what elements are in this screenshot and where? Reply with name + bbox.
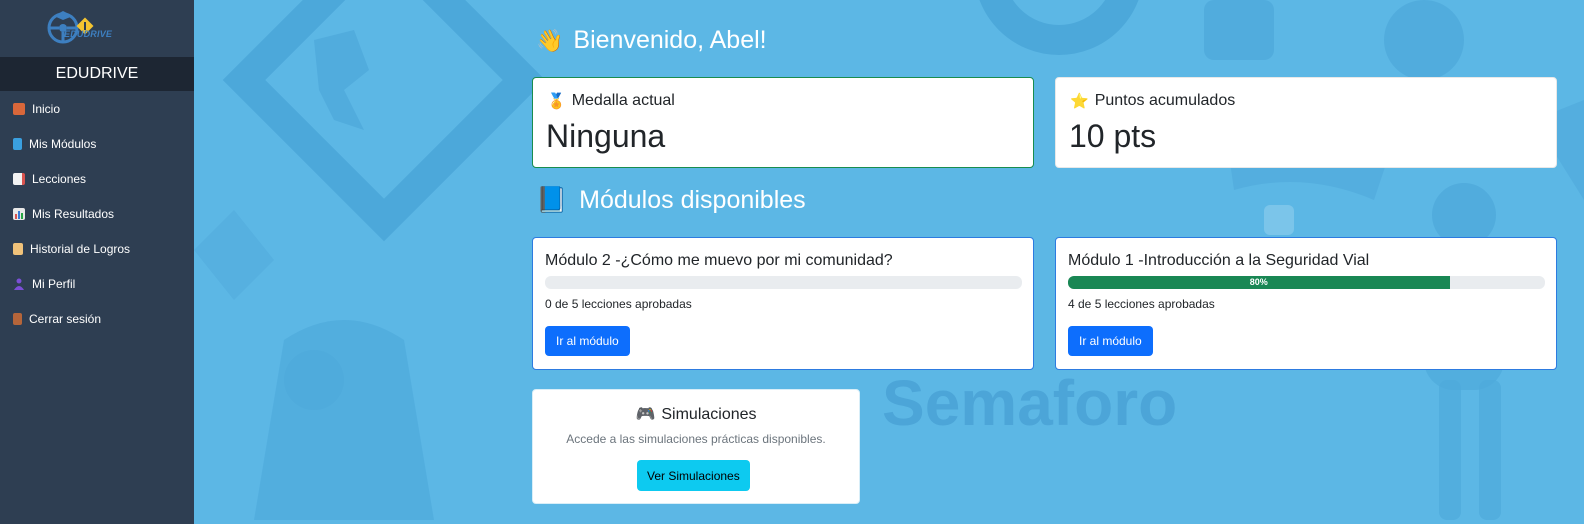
sidebar-nav: Inicio Mis Módulos Lecciones Mis Resulta… bbox=[0, 91, 194, 336]
book-icon bbox=[13, 137, 22, 150]
sidebar-item-mis-resultados[interactable]: Mis Resultados bbox=[0, 196, 194, 231]
sidebar-item-label: Mis Módulos bbox=[29, 136, 97, 151]
medal-label: Medalla actual bbox=[571, 92, 675, 109]
brand-title: EDUDRIVE bbox=[0, 57, 194, 91]
sidebar-item-cerrar-sesion[interactable]: Cerrar sesión bbox=[0, 301, 194, 336]
module-progress-fill: 80% bbox=[1068, 276, 1450, 289]
view-simulations-button[interactable]: Ver Simulaciones bbox=[637, 460, 750, 491]
module-progress-bar bbox=[545, 276, 1022, 289]
sidebar-item-label: Lecciones bbox=[32, 171, 87, 186]
go-to-module-button[interactable]: Ir al módulo bbox=[1068, 326, 1153, 356]
points-label-row: ⭐ Puntos acumulados bbox=[1070, 92, 1235, 110]
go-to-module-button[interactable]: Ir al módulo bbox=[545, 326, 630, 356]
door-icon bbox=[13, 312, 22, 325]
sidebar-item-label: Historial de Logros bbox=[30, 241, 131, 256]
module-card: Módulo 2 -¿Cómo me muevo por mi comunida… bbox=[532, 237, 1034, 370]
main-content: 👋 Bienvenido, Abel! 🏅 Medalla actual Nin… bbox=[194, 0, 1584, 524]
waving-hand-icon: 👋 bbox=[536, 27, 564, 53]
sidebar-item-inicio[interactable]: Inicio bbox=[0, 91, 194, 126]
sidebar-item-mi-perfil[interactable]: Mi Perfil bbox=[0, 266, 194, 301]
welcome-text: Bienvenido, Abel! bbox=[573, 26, 767, 54]
scroll-icon bbox=[13, 242, 23, 255]
game-controller-icon: 🎮 bbox=[635, 406, 656, 423]
medal-value: Ninguna bbox=[546, 118, 666, 154]
welcome-heading: 👋 Bienvenido, Abel! bbox=[536, 26, 767, 55]
module-lesson-count: 4 de 5 lecciones aprobadas bbox=[1068, 297, 1215, 311]
medal-card: 🏅 Medalla actual Ninguna bbox=[532, 77, 1034, 168]
points-card: ⭐ Puntos acumulados 10 pts bbox=[1055, 77, 1557, 168]
modules-title: Módulos disponibles bbox=[579, 186, 806, 214]
sidebar-item-historial-de-logros[interactable]: Historial de Logros bbox=[0, 231, 194, 266]
book-icon: 📘 bbox=[536, 186, 568, 214]
sidebar-item-label: Inicio bbox=[32, 101, 61, 116]
house-icon bbox=[13, 102, 25, 115]
sidebar-item-label: Cerrar sesión bbox=[29, 311, 102, 326]
logo-steering-wheel-icon bbox=[47, 11, 94, 44]
sidebar: EDUDRIVE EDUDRIVE Inicio Mis Módulos Lec… bbox=[0, 0, 194, 524]
medal-icon: 🏅 bbox=[547, 93, 566, 110]
points-value: 10 pts bbox=[1069, 118, 1157, 154]
sidebar-item-mis-modulos[interactable]: Mis Módulos bbox=[0, 126, 194, 161]
simulations-title: Simulaciones bbox=[661, 406, 757, 423]
simulations-card: 🎮 Simulaciones Accede a las simulaciones … bbox=[532, 389, 860, 504]
module-title: Módulo 1 -Introducción a la Seguridad Vi… bbox=[1068, 252, 1370, 269]
memo-icon bbox=[13, 172, 25, 185]
user-icon bbox=[13, 278, 25, 290]
medal-label-row: 🏅 Medalla actual bbox=[547, 92, 675, 110]
sidebar-item-lecciones[interactable]: Lecciones bbox=[0, 161, 194, 196]
module-lesson-count: 0 de 5 lecciones aprobadas bbox=[545, 297, 692, 311]
star-icon: ⭐ bbox=[1070, 93, 1089, 110]
logo-text: EDUDRIVE bbox=[64, 29, 113, 39]
module-title: Módulo 2 -¿Cómo me muevo por mi comunida… bbox=[545, 252, 893, 269]
module-card: Módulo 1 -Introducción a la Seguridad Vi… bbox=[1055, 237, 1557, 370]
module-progress-bar: 80% bbox=[1068, 276, 1545, 289]
bar-chart-icon bbox=[13, 207, 25, 220]
sidebar-item-label: Mis Resultados bbox=[32, 206, 115, 221]
sidebar-item-label: Mi Perfil bbox=[32, 276, 76, 291]
points-label: Puntos acumulados bbox=[1094, 92, 1236, 109]
simulations-title-row: 🎮 Simulaciones bbox=[533, 404, 859, 424]
simulations-description: Accede a las simulaciones prácticas disp… bbox=[566, 432, 826, 446]
modules-heading: 📘 Módulos disponibles bbox=[536, 186, 806, 215]
